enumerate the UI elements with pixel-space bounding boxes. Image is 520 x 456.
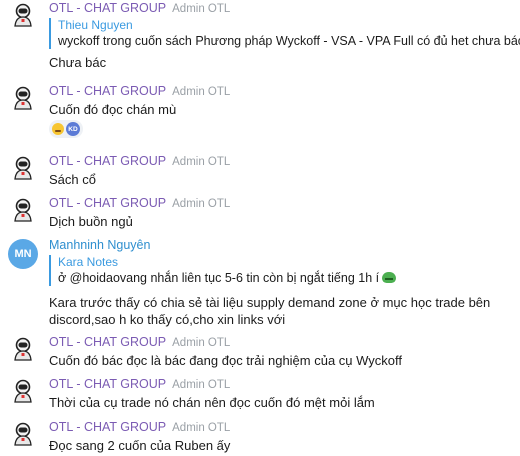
sender-name[interactable]: OTL - CHAT GROUP xyxy=(49,420,166,434)
reply-quote[interactable]: Thieu Nguyen wyckoff trong cuốn sách Phư… xyxy=(49,18,520,49)
message-header: OTL - CHAT GROUP Admin OTL xyxy=(49,334,230,349)
sender-name[interactable]: OTL - CHAT GROUP xyxy=(49,84,166,98)
sender-name[interactable]: OTL - CHAT GROUP xyxy=(49,154,166,168)
message-header: OTL - CHAT GROUP Admin OTL xyxy=(49,376,230,391)
message-text: Cuốn đó bác đọc là bác đang đọc trải ngh… xyxy=(49,353,403,368)
avatar[interactable] xyxy=(8,0,38,30)
message-text: Cuốn đó đọc chán mù xyxy=(49,102,177,117)
message-text: Đọc sang 2 cuốn của Ruben ấy xyxy=(49,438,231,453)
message-text: Thời của cụ trade nó chán nên đọc cuốn đ… xyxy=(49,395,375,410)
message-header: OTL - CHAT GROUP Admin OTL xyxy=(49,419,230,434)
avatar[interactable]: MN xyxy=(8,239,38,269)
message-text: Kara trước thấy có chia sẻ tài liệu supp… xyxy=(49,295,491,327)
avatar[interactable] xyxy=(8,419,38,449)
reaction-pill[interactable]: KD xyxy=(49,120,83,138)
astronaut-avatar-icon xyxy=(8,83,38,113)
reactions-bar: KD xyxy=(49,120,83,138)
astronaut-avatar-icon xyxy=(8,0,38,30)
frog-emoji-icon xyxy=(382,272,397,283)
astronaut-avatar-icon xyxy=(8,376,38,406)
message-text: Chưa bác xyxy=(49,55,107,70)
sender-name[interactable]: Manhninh Nguyên xyxy=(49,238,150,252)
message-header: Manhninh Nguyên xyxy=(49,237,150,252)
reply-author: Thieu Nguyen xyxy=(58,18,133,32)
sender-role: Admin OTL xyxy=(172,86,231,98)
sender-name[interactable]: OTL - CHAT GROUP xyxy=(49,196,166,210)
message-text: Sách cổ xyxy=(49,172,96,187)
reactor-avatar: KD xyxy=(66,122,80,136)
reply-text-row: ở @hoidaovang nhắn liên tục 5-6 tin còn … xyxy=(58,270,512,286)
message-header: OTL - CHAT GROUP Admin OTL xyxy=(49,83,230,98)
message-header: OTL - CHAT GROUP Admin OTL xyxy=(49,153,230,168)
message-text: Dịch buồn ngủ xyxy=(49,214,133,229)
reply-quote[interactable]: Kara Notes ở @hoidaovang nhắn liên tục 5… xyxy=(49,255,512,286)
sender-name[interactable]: OTL - CHAT GROUP xyxy=(49,377,166,391)
message-header: OTL - CHAT GROUP Admin OTL xyxy=(49,195,230,210)
sender-name[interactable]: OTL - CHAT GROUP xyxy=(49,1,166,15)
reply-author: Kara Notes xyxy=(58,255,119,269)
astronaut-avatar-icon xyxy=(8,153,38,183)
avatar[interactable] xyxy=(8,376,38,406)
reply-text: ở @hoidaovang nhắn liên tục 5-6 tin còn … xyxy=(58,271,380,285)
avatar[interactable] xyxy=(8,153,38,183)
message-header: OTL - CHAT GROUP Admin OTL xyxy=(49,0,230,15)
sender-name[interactable]: OTL - CHAT GROUP xyxy=(49,335,166,349)
sender-role: Admin OTL xyxy=(172,198,231,210)
avatar[interactable] xyxy=(8,334,38,364)
avatar[interactable] xyxy=(8,83,38,113)
sender-role: Admin OTL xyxy=(172,156,231,168)
astronaut-avatar-icon xyxy=(8,195,38,225)
astronaut-avatar-icon xyxy=(8,334,38,364)
avatar[interactable] xyxy=(8,195,38,225)
astronaut-avatar-icon xyxy=(8,419,38,449)
reply-text: wyckoff trong cuốn sách Phương pháp Wyck… xyxy=(58,34,520,48)
sender-role: Admin OTL xyxy=(172,422,231,434)
sender-role: Admin OTL xyxy=(172,379,231,391)
laughing-emoji-icon xyxy=(52,123,64,135)
sender-role: Admin OTL xyxy=(172,337,231,349)
sender-role: Admin OTL xyxy=(172,3,231,15)
